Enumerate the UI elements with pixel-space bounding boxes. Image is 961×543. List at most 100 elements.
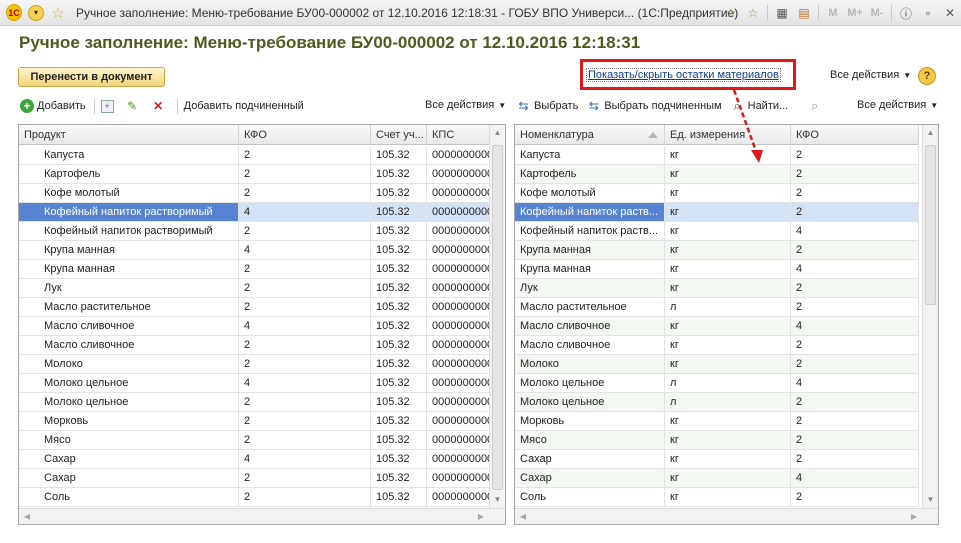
titlebar-tools: ☆ ☆ ▦ ▤ M M+ M- ⓘ ▫ ✕ [720, 3, 961, 23]
column-header-kfo[interactable]: КФО [791, 125, 919, 145]
horizontal-scrollbar[interactable]: ◀ ▶ [515, 508, 938, 524]
table-row[interactable]: Лук2105.3200000000000 [19, 279, 491, 298]
table-row[interactable]: Масло сливочное2105.3200000000000 [19, 336, 491, 355]
calendar-icon[interactable]: ▤ [793, 3, 815, 23]
scroll-thumb[interactable] [492, 145, 503, 490]
table-row[interactable]: Картофель кг 2 [515, 165, 919, 184]
table-row[interactable]: Кофейный напиток растворимый 2 105.32 00000… [19, 222, 491, 241]
add-button[interactable]: + Добавить [20, 99, 86, 113]
find-button[interactable]: ⌕ Найти... [730, 98, 788, 114]
form-all-actions-menu[interactable]: Все действия ▼ [830, 69, 911, 81]
table-row[interactable]: Масло растительное л 2 [515, 298, 919, 317]
move-to-document-button[interactable]: Перенести в документ [18, 67, 165, 87]
table-row[interactable]: Молоко цельное2105.3200000000000 [19, 393, 491, 412]
table-cell: кг [665, 412, 791, 430]
memory-m-button[interactable]: M [822, 3, 844, 23]
table-row[interactable]: Сахар4105.3200000000000 [19, 450, 491, 469]
table-row[interactable]: Сахар кг 4 [515, 469, 919, 488]
favorite-star-icon[interactable]: ☆ [50, 5, 66, 22]
caret-down-icon: ▼ [498, 101, 507, 110]
column-header-kfo[interactable]: КФО [239, 125, 371, 145]
nomenclature-table[interactable]: Номенклатура Ед. измерения КФО Капуста кг… [514, 124, 939, 525]
edit-button[interactable]: ✎ [125, 99, 143, 114]
table-row[interactable]: Мясо2105.3200000000000 [19, 431, 491, 450]
table-row[interactable]: Морковь2105.3200000000000 [19, 412, 491, 431]
table-row[interactable]: Соль кг 2 [515, 488, 919, 507]
info-icon[interactable]: ⓘ [895, 3, 917, 23]
scroll-down-icon[interactable]: ▼ [923, 492, 938, 508]
delete-button[interactable]: ✕ [151, 99, 169, 114]
table-row[interactable]: Молоко2105.3200000000000 [19, 355, 491, 374]
table-row[interactable]: Сахар кг 2 [515, 450, 919, 469]
table-row[interactable]: Масло сливочное4105.3200000000000 [19, 317, 491, 336]
table-cell: 2 [239, 165, 371, 183]
left-all-actions-menu[interactable]: Все действия ▼ [425, 99, 506, 111]
vertical-scrollbar[interactable]: ▲ ▼ [922, 125, 938, 508]
table-row[interactable]: Молоко цельное4105.3200000000000 [19, 374, 491, 393]
memory-plus-button[interactable]: M+ [844, 3, 866, 23]
scroll-thumb[interactable] [925, 145, 936, 305]
vertical-scrollbar[interactable]: ▲ ▼ [489, 125, 505, 508]
table-row[interactable]: Крупа манная4105.3200000000000 [19, 241, 491, 260]
column-header-account[interactable]: Счет уч... [371, 125, 427, 145]
help-icon[interactable]: ? [918, 67, 936, 85]
scroll-left-icon[interactable]: ◀ [515, 509, 531, 524]
table-row[interactable]: Кофейный напиток раств... кг 4 [515, 222, 919, 241]
column-header-kps[interactable]: КПС [427, 125, 491, 145]
table-row[interactable]: Масло сливочное кг 4 [515, 317, 919, 336]
right-toolbar: ⇆ Выбрать ⇆ Выбрать подчиненным ⌕ Найти.… [516, 97, 796, 115]
table-cell: Молоко [19, 355, 239, 373]
table-cell: Молоко цельное [19, 393, 239, 411]
clear-search-icon[interactable]: ⌕ [811, 98, 827, 114]
table-row[interactable]: Лук кг 2 [515, 279, 919, 298]
calculator-icon[interactable]: ▦ [771, 3, 793, 23]
table-row[interactable]: Кофейный напиток растворимый 4 105.32 00000… [19, 203, 491, 222]
table-row[interactable]: Кофе молотый2105.3200000000000 [19, 184, 491, 203]
table-cell: 2 [791, 450, 919, 468]
table-row[interactable]: Морковь кг 2 [515, 412, 919, 431]
menu-dropdown-icon[interactable]: ▾ [28, 4, 44, 21]
scroll-up-icon[interactable]: ▲ [923, 125, 938, 141]
table-row[interactable]: Масло растительное2105.3200000000000 [19, 298, 491, 317]
search-icon: ⌕ [733, 98, 741, 113]
table-row[interactable]: Капуста кг 2 [515, 146, 919, 165]
app-logo-icon[interactable]: 1С [6, 4, 22, 21]
table-row[interactable]: Крупа манная2105.3200000000000 [19, 260, 491, 279]
bookmark-icon[interactable]: ☆ [742, 3, 764, 23]
table-row[interactable]: Молоко цельное л 4 [515, 374, 919, 393]
products-table[interactable]: Продукт КФО Счет уч... КПС Капуста 2 105.3… [18, 124, 506, 525]
scroll-right-icon[interactable]: ▶ [473, 509, 489, 524]
table-row[interactable]: Мясо кг 2 [515, 431, 919, 450]
table-row[interactable]: Сахар2105.3200000000000 [19, 469, 491, 488]
memory-minus-button[interactable]: M- [866, 3, 888, 23]
table-row[interactable]: Крупа манная кг 4 [515, 260, 919, 279]
table-cell: 00000000000 [427, 374, 491, 392]
column-header-nomenclature[interactable]: Номенклатура [515, 125, 665, 145]
table-row[interactable]: Картофель2105.3200000000000 [19, 165, 491, 184]
select-button[interactable]: ⇆ Выбрать [516, 99, 578, 114]
scroll-left-icon[interactable]: ◀ [19, 509, 35, 524]
add-favorite-icon[interactable]: ☆ [720, 3, 742, 23]
show-hide-remains-link[interactable]: Показать/скрыть остатки материалов [586, 68, 781, 82]
add-child-button[interactable]: Добавить подчиненный [184, 100, 304, 112]
table-row[interactable]: Кофе молотый кг 2 [515, 184, 919, 203]
table-row[interactable]: Молоко цельное л 2 [515, 393, 919, 412]
table-row[interactable]: Крупа манная кг 2 [515, 241, 919, 260]
column-header-product[interactable]: Продукт [19, 125, 239, 145]
table-cell: 2 [239, 412, 371, 430]
right-all-actions-menu[interactable]: Все действия ▼ [857, 99, 938, 111]
table-row[interactable]: Соль2105.3200000000000 [19, 488, 491, 507]
select-child-button[interactable]: ⇆ Выбрать подчиненным [586, 99, 722, 114]
table-row[interactable]: Кофейный напиток раств... кг 2 [515, 203, 919, 222]
copy-button[interactable]: + [100, 99, 117, 113]
scroll-down-icon[interactable]: ▼ [490, 492, 505, 508]
scroll-right-icon[interactable]: ▶ [906, 509, 922, 524]
column-header-unit[interactable]: Ед. измерения [665, 125, 791, 145]
table-row[interactable]: Молоко кг 2 [515, 355, 919, 374]
table-row[interactable]: Масло сливочное кг 2 [515, 336, 919, 355]
scroll-up-icon[interactable]: ▲ [490, 125, 505, 141]
horizontal-scrollbar[interactable]: ◀ ▶ [19, 508, 505, 524]
minimize-icon[interactable]: ▫ [917, 3, 939, 23]
close-icon[interactable]: ✕ [939, 3, 961, 23]
table-row[interactable]: Капуста2105.3200000000000 [19, 146, 491, 165]
